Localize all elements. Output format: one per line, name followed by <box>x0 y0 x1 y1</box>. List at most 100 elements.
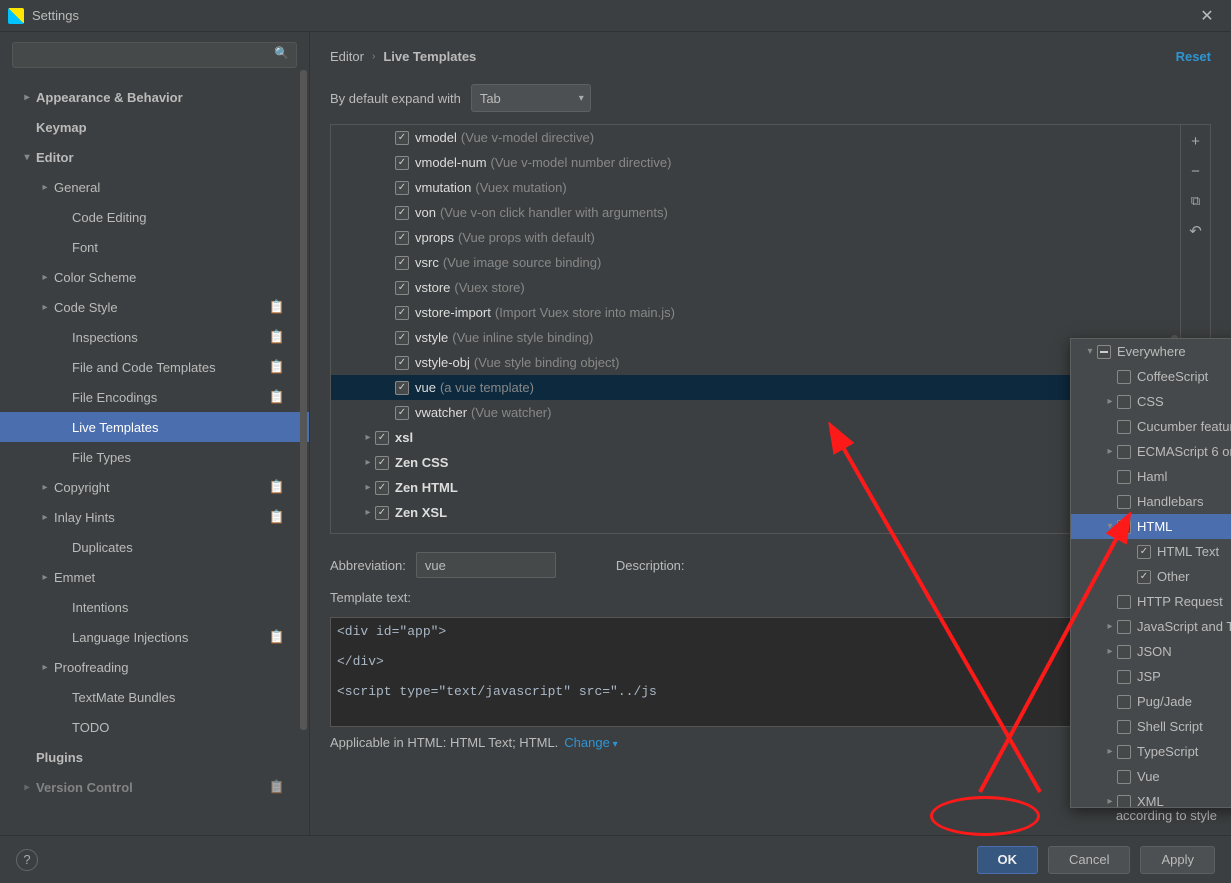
ok-button[interactable]: OK <box>977 846 1039 874</box>
undo-icon[interactable]: ↶ <box>1186 221 1206 241</box>
sidebar-item[interactable]: Duplicates <box>0 532 309 562</box>
sidebar-item[interactable]: ▸Appearance & Behavior <box>0 82 309 112</box>
template-row[interactable]: vprops (Vue props with default) <box>331 225 1180 250</box>
checkbox[interactable] <box>395 281 409 295</box>
copy-icon[interactable]: ⧉ <box>1186 191 1206 211</box>
template-row[interactable]: ▸Zen XSL <box>331 500 1180 525</box>
context-item[interactable]: ▸CSS <box>1071 389 1231 414</box>
help-icon[interactable]: ? <box>16 849 38 871</box>
checkbox[interactable] <box>1117 620 1131 634</box>
checkbox[interactable] <box>1097 345 1111 359</box>
template-row[interactable]: vstore-import (Import Vuex store into ma… <box>331 300 1180 325</box>
cancel-button[interactable]: Cancel <box>1048 846 1130 874</box>
template-row[interactable]: ▸Zen HTML <box>331 475 1180 500</box>
sidebar-item[interactable]: TODO <box>0 712 309 742</box>
sidebar-item[interactable]: Intentions <box>0 592 309 622</box>
sidebar-item[interactable]: ▸Code Style📋 <box>0 292 309 322</box>
template-row[interactable]: vmodel-num (Vue v-model number directive… <box>331 150 1180 175</box>
context-item[interactable]: ▸TypeScript <box>1071 739 1231 764</box>
template-row[interactable]: vstore (Vuex store) <box>331 275 1180 300</box>
checkbox[interactable] <box>1117 745 1131 759</box>
checkbox[interactable] <box>1117 595 1131 609</box>
template-row[interactable]: vmodel (Vue v-model directive) <box>331 125 1180 150</box>
sidebar-item[interactable]: ▸Proofreading <box>0 652 309 682</box>
context-item[interactable]: JSP <box>1071 664 1231 689</box>
remove-icon[interactable]: − <box>1186 161 1206 181</box>
checkbox[interactable] <box>395 206 409 220</box>
template-row[interactable]: ▸Zen CSS <box>331 450 1180 475</box>
checkbox[interactable] <box>1117 395 1131 409</box>
sidebar-item[interactable]: File and Code Templates📋 <box>0 352 309 382</box>
sidebar-item[interactable]: Plugins <box>0 742 309 772</box>
sidebar-item[interactable]: TextMate Bundles <box>0 682 309 712</box>
sidebar-item[interactable]: Live Templates <box>0 412 309 442</box>
checkbox[interactable] <box>1117 670 1131 684</box>
template-row[interactable]: vmutation (Vuex mutation) <box>331 175 1180 200</box>
sidebar-item[interactable]: File Types <box>0 442 309 472</box>
sidebar-item[interactable]: Language Injections📋 <box>0 622 309 652</box>
checkbox[interactable] <box>1137 570 1151 584</box>
checkbox[interactable] <box>375 431 389 445</box>
checkbox[interactable] <box>1137 545 1151 559</box>
sidebar-item[interactable]: ▸General <box>0 172 309 202</box>
checkbox[interactable] <box>1117 470 1131 484</box>
checkbox[interactable] <box>375 456 389 470</box>
template-row[interactable]: von (Vue v-on click handler with argumen… <box>331 200 1180 225</box>
context-item[interactable]: ▸ECMAScript 6 or higher <box>1071 439 1231 464</box>
checkbox[interactable] <box>395 406 409 420</box>
checkbox[interactable] <box>1117 370 1131 384</box>
context-item[interactable]: ▾Everywhere <box>1071 339 1231 364</box>
checkbox[interactable] <box>1117 695 1131 709</box>
context-item[interactable]: HTML Text <box>1071 539 1231 564</box>
checkbox[interactable] <box>395 381 409 395</box>
checkbox[interactable] <box>1117 520 1131 534</box>
sidebar-item[interactable]: Keymap <box>0 112 309 142</box>
checkbox[interactable] <box>1117 720 1131 734</box>
context-item[interactable]: Other <box>1071 564 1231 589</box>
reset-link[interactable]: Reset <box>1176 49 1211 64</box>
sidebar-item[interactable]: Inspections📋 <box>0 322 309 352</box>
close-icon[interactable]: ✕ <box>1191 6 1223 26</box>
checkbox[interactable] <box>375 481 389 495</box>
sidebar-item[interactable]: ▸Inlay Hints📋 <box>0 502 309 532</box>
change-context-link[interactable]: Change <box>564 735 617 750</box>
sidebar-item[interactable]: ▾Editor <box>0 142 309 172</box>
checkbox[interactable] <box>1117 770 1131 784</box>
abbreviation-input[interactable] <box>416 552 556 578</box>
checkbox[interactable] <box>395 156 409 170</box>
context-popup[interactable]: ▾EverywhereCoffeeScript▸CSSCucumber feat… <box>1070 338 1231 808</box>
templates-list[interactable]: vmodel (Vue v-model directive)vmodel-num… <box>331 125 1180 533</box>
context-item[interactable]: Shell Script <box>1071 714 1231 739</box>
checkbox[interactable] <box>1117 795 1131 809</box>
checkbox[interactable] <box>395 231 409 245</box>
sidebar-item[interactable]: File Encodings📋 <box>0 382 309 412</box>
context-item[interactable]: Cucumber feature <box>1071 414 1231 439</box>
expand-with-select[interactable]: Tab <box>471 84 591 112</box>
template-row[interactable]: vsrc (Vue image source binding) <box>331 250 1180 275</box>
context-item[interactable]: Pug/Jade <box>1071 689 1231 714</box>
sidebar-item[interactable]: Font <box>0 232 309 262</box>
checkbox[interactable] <box>395 331 409 345</box>
sidebar-item[interactable]: ▸Version Control📋 <box>0 772 309 802</box>
add-icon[interactable]: + <box>1186 131 1206 151</box>
checkbox[interactable] <box>1117 445 1131 459</box>
context-item[interactable]: ▸XML <box>1071 789 1231 808</box>
context-item[interactable]: ▾HTML <box>1071 514 1231 539</box>
checkbox[interactable] <box>395 131 409 145</box>
checkbox[interactable] <box>1117 420 1131 434</box>
template-row[interactable]: ▸xsl <box>331 425 1180 450</box>
template-row[interactable]: vstyle (Vue inline style binding) <box>331 325 1180 350</box>
checkbox[interactable] <box>1117 495 1131 509</box>
context-item[interactable]: Handlebars <box>1071 489 1231 514</box>
sidebar-item[interactable]: ▸Copyright📋 <box>0 472 309 502</box>
sidebar-item[interactable]: ▸Emmet <box>0 562 309 592</box>
checkbox[interactable] <box>375 506 389 520</box>
checkbox[interactable] <box>395 356 409 370</box>
template-row[interactable]: vstyle-obj (Vue style binding object) <box>331 350 1180 375</box>
context-item[interactable]: CoffeeScript <box>1071 364 1231 389</box>
scrollbar-thumb[interactable] <box>300 70 307 730</box>
checkbox[interactable] <box>395 256 409 270</box>
template-row[interactable]: vwatcher (Vue watcher) <box>331 400 1180 425</box>
context-item[interactable]: ▸JavaScript and TypeScript <box>1071 614 1231 639</box>
checkbox[interactable] <box>1117 645 1131 659</box>
